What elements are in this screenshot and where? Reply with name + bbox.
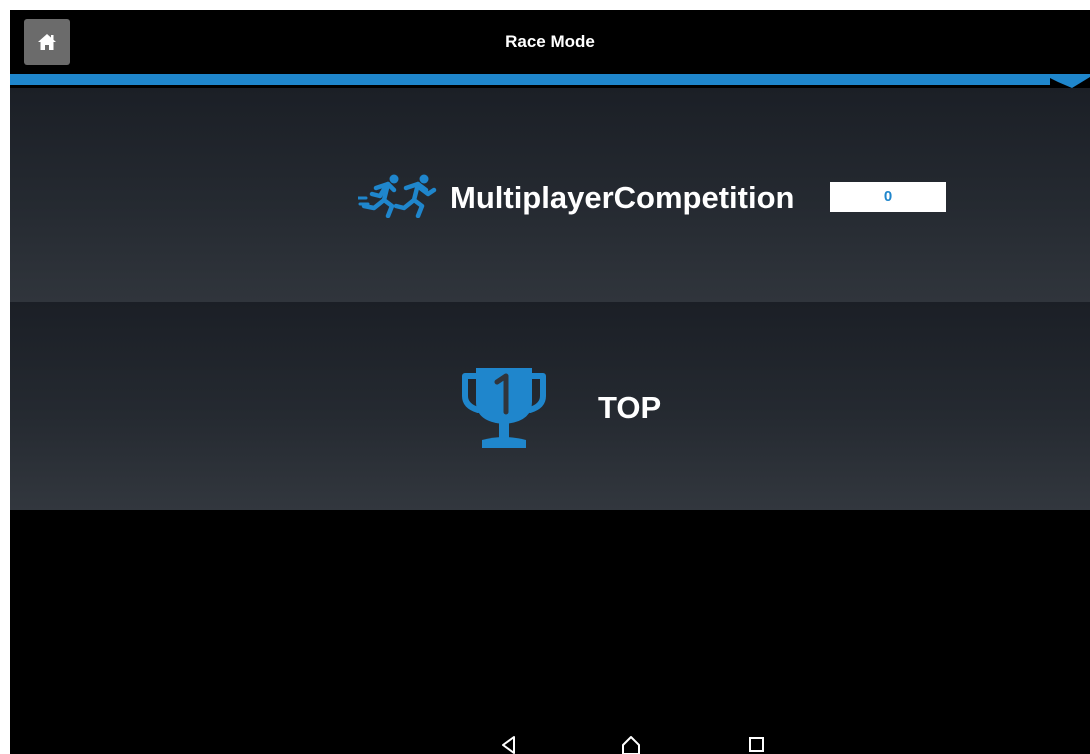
app-screen: Race Mode MultiplayerCompetition 0 TOP (10, 10, 1090, 754)
home-nav-icon[interactable] (620, 734, 642, 754)
back-icon[interactable] (498, 734, 520, 754)
accent-divider (10, 74, 1090, 88)
home-icon (38, 34, 56, 50)
multiplayer-competition-label: MultiplayerCompetition (450, 180, 795, 215)
page-title: Race Mode (505, 32, 595, 51)
multiplayer-competition-option[interactable]: MultiplayerCompetition 0 (10, 88, 1090, 302)
home-button[interactable] (24, 19, 70, 65)
player-count-badge: 0 (830, 182, 946, 212)
top-bar: Race Mode (10, 10, 1090, 74)
system-navigation-bar (10, 726, 1090, 754)
trophy-icon (462, 368, 546, 448)
runners-icon (358, 174, 437, 218)
top-label: TOP (598, 390, 662, 425)
recents-icon[interactable] (746, 734, 768, 754)
top-ranking-option[interactable]: TOP (10, 302, 1090, 510)
